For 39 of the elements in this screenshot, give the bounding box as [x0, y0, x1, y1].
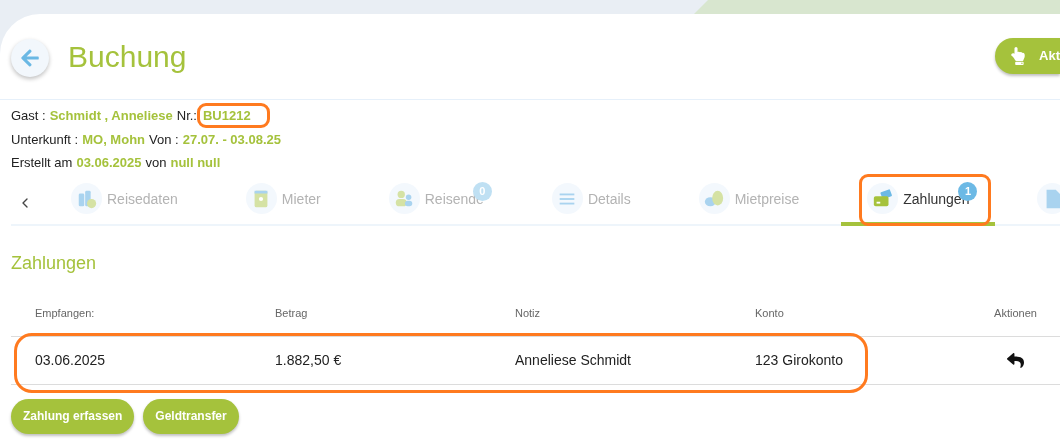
info-label: Erstellt am: [11, 155, 73, 171]
card-icon: [867, 183, 899, 214]
info-value: Schmidt , Anneliese: [49, 108, 173, 124]
tab[interactable]: Mietpreise: [672, 179, 826, 226]
table-cell-text: 123 Girokonto: [754, 352, 844, 368]
info-value: BU1212: [197, 103, 270, 129]
info-label: von: [145, 155, 167, 171]
info-label: Nr.:: [176, 108, 197, 124]
tab[interactable]: Mieter: [219, 179, 347, 226]
table-cell-text: 03.06.2025: [34, 352, 107, 368]
coins-icon: [698, 183, 730, 214]
column-header: Notiz: [514, 306, 541, 319]
suitcase-icon: [71, 183, 102, 214]
contact-card-icon: [245, 183, 277, 214]
info-value: 03.06.2025: [76, 155, 142, 171]
column-header: Betrag: [274, 306, 308, 319]
back-arrow-icon: [20, 47, 40, 68]
reply-icon[interactable]: [1007, 351, 1024, 369]
section-title: Zahlungen: [11, 252, 98, 274]
action-button[interactable]: Zahlung erfassen: [11, 398, 135, 434]
people-icon: [388, 183, 420, 214]
action-button[interactable]: Geldtransfer: [143, 398, 239, 434]
info-value: null null: [170, 155, 221, 171]
info-value: 27.07. - 03.08.25: [182, 131, 281, 147]
column-header: Konto: [754, 306, 784, 319]
tab[interactable]: Details: [525, 179, 657, 226]
info-label: Von :: [149, 131, 179, 147]
actions-button[interactable]: Akt: [995, 37, 1060, 74]
tab[interactable]: Reisedaten: [45, 179, 204, 226]
info-value: MO, Mohn: [82, 131, 146, 147]
column-header: Aktionen: [994, 306, 1037, 319]
pointing-hand-icon: [1009, 46, 1028, 65]
table-cell-text: Anneliese Schmidt: [514, 352, 632, 368]
column-header: Empfangen:: [34, 306, 95, 319]
page-title: Buchung: [68, 39, 188, 74]
info-label: Unterkunft :: [11, 131, 79, 147]
table-cell-text: 1.882,50 €: [274, 352, 343, 368]
lines-icon: [551, 183, 583, 214]
info-label: Gast :: [11, 108, 46, 124]
